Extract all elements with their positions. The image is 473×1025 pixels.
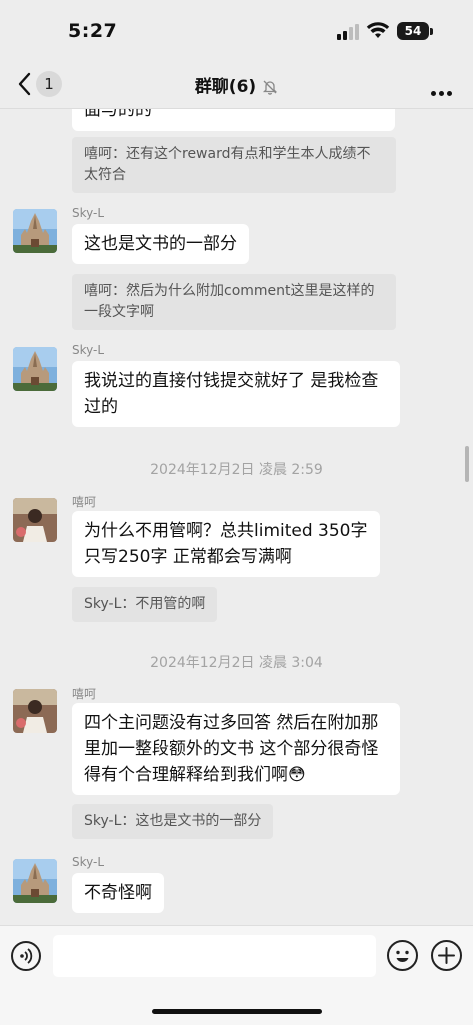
sender-name: Sky-L: [72, 206, 105, 220]
message-list: 面与的的 嘻呵：还有这个reward有点和学生本人成绩不太符合 Sky-L 这也…: [0, 109, 473, 925]
quoted-reply[interactable]: 嘻呵：然后为什么附加comment这里是这样的一段文字啊: [72, 274, 396, 330]
battery-nub: [430, 28, 433, 35]
message-bubble[interactable]: 我说过的直接付钱提交就好了 是我检查过的: [72, 361, 400, 427]
bell-off-icon: [263, 80, 278, 95]
quoted-reply[interactable]: Sky-L：不用管的啊: [72, 587, 218, 622]
chat-title: 群聊(6): [0, 72, 473, 97]
message-text: 面与的的: [84, 109, 152, 120]
chat-title-text: 群聊(6): [194, 77, 257, 97]
sender-name: Sky-L: [72, 855, 105, 869]
message-bubble-partial[interactable]: 面与的的: [72, 109, 395, 131]
message-input[interactable]: [53, 935, 376, 977]
avatar-sky-l[interactable]: [13, 347, 57, 391]
quote-text: Sky-L：不用管的啊: [84, 596, 206, 612]
wifi-icon: [366, 22, 390, 38]
emoji-icon[interactable]: [387, 940, 418, 971]
message-bubble[interactable]: 为什么不用管啊？总共limited 350字 只写250字 正常都会写满啊: [72, 511, 380, 577]
message-text: 四个主问题没有过多回答 然后在附加那里加一整段额外的文书 这个部分很奇怪 得有个…: [84, 713, 379, 785]
message-text: 我说过的直接付钱提交就好了 是我检查过的: [84, 371, 379, 417]
scrollbar[interactable]: [465, 446, 469, 482]
sender-name: Sky-L: [72, 343, 105, 357]
avatar-xihe[interactable]: [13, 498, 57, 542]
quoted-reply[interactable]: 嘻呵：还有这个reward有点和学生本人成绩不太符合: [72, 137, 396, 193]
status-time: 5:27: [68, 20, 118, 42]
quote-text: 嘻呵：还有这个reward有点和学生本人成绩不太符合: [84, 146, 371, 183]
avatar-sky-l[interactable]: [13, 859, 57, 903]
message-bubble[interactable]: 这也是文书的一部分: [72, 224, 249, 264]
message-text: 为什么不用管啊？总共limited 350字 只写250字 正常都会写满啊: [84, 521, 368, 567]
timestamp: 2024年12月2日 凌晨 2:59: [150, 462, 323, 478]
sender-name: 嘻呵: [72, 495, 97, 509]
chat-header: 1 群聊(6): [0, 62, 473, 109]
signal-icon: [337, 24, 359, 40]
input-bar: [0, 925, 473, 1025]
message-bubble[interactable]: 不奇怪啊: [72, 873, 164, 913]
quote-text: Sky-L：这也是文书的一部分: [84, 813, 262, 829]
avatar-xihe[interactable]: [13, 689, 57, 733]
home-indicator: [152, 1009, 322, 1014]
timestamp: 2024年12月2日 凌晨 3:04: [150, 655, 323, 671]
battery-indicator: 54: [397, 22, 429, 40]
quote-text: 嘻呵：然后为什么附加comment这里是这样的一段文字啊: [84, 283, 375, 320]
message-bubble[interactable]: 四个主问题没有过多回答 然后在附加那里加一整段额外的文书 这个部分很奇怪 得有个…: [72, 703, 400, 795]
quoted-reply[interactable]: Sky-L：这也是文书的一部分: [72, 804, 274, 839]
plus-icon[interactable]: [431, 940, 462, 971]
message-text: 这也是文书的一部分: [84, 234, 237, 254]
avatar-sky-l[interactable]: [13, 209, 57, 253]
message-text: 不奇怪啊: [84, 883, 152, 903]
voice-icon[interactable]: [11, 941, 41, 971]
more-dots-icon[interactable]: [431, 81, 455, 100]
status-bar: 5:27 54: [0, 0, 473, 62]
sender-name: 嘻呵: [72, 687, 97, 701]
